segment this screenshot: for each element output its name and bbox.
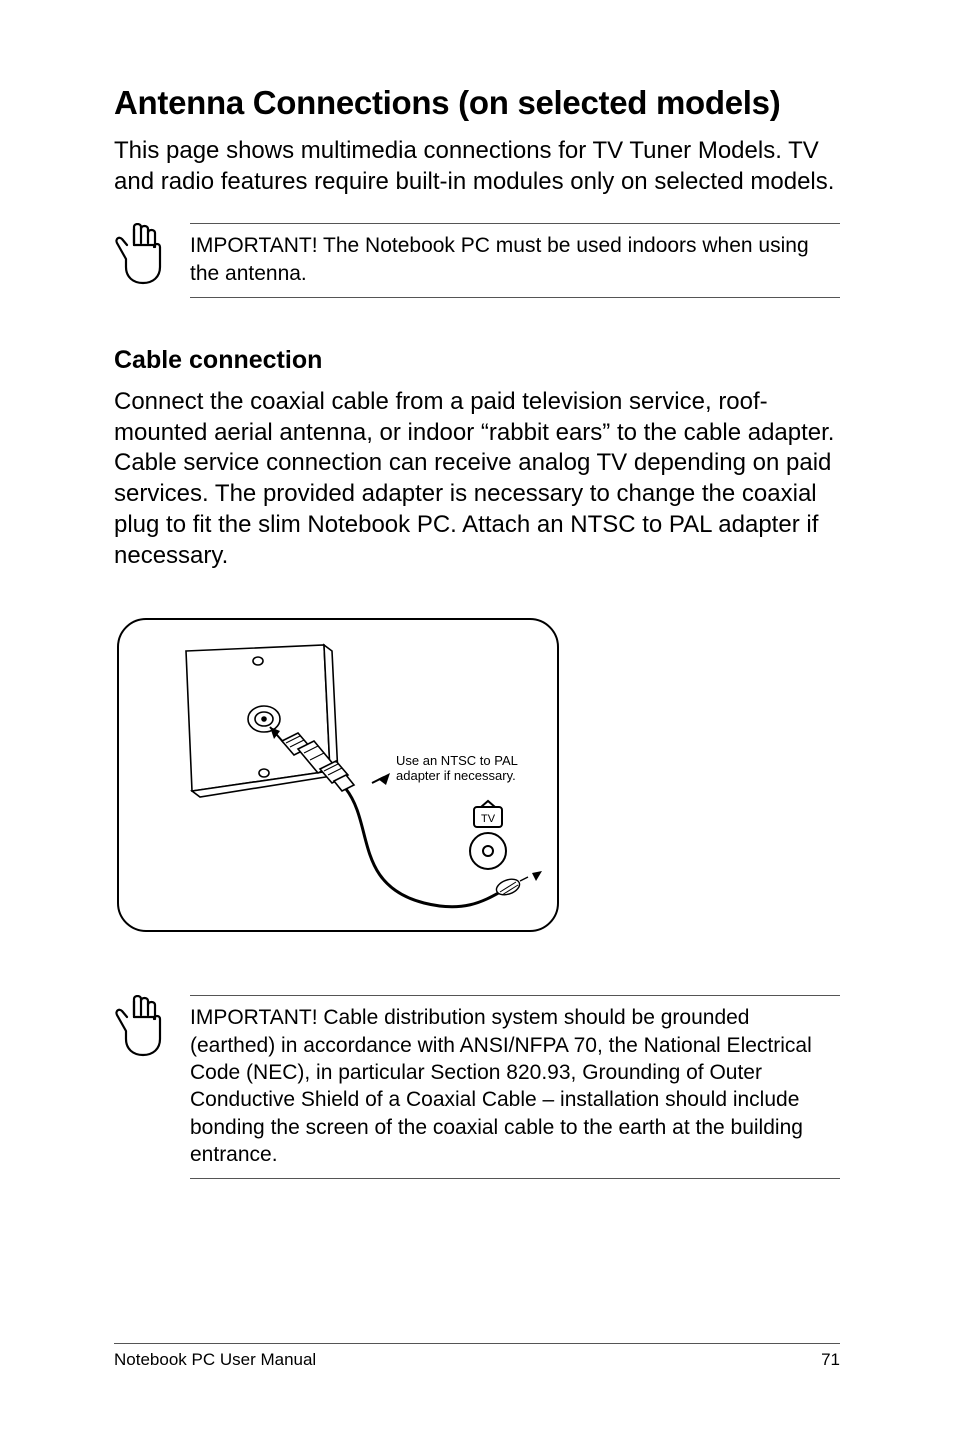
stop-hand-icon <box>114 995 168 1057</box>
page-number: 71 <box>821 1350 840 1370</box>
diagram-label-2: adapter if necessary. <box>396 768 516 783</box>
important-note-1: IMPORTANT! The Notebook PC must be used … <box>114 223 840 298</box>
page-heading: Antenna Connections (on selected models) <box>114 84 840 122</box>
intro-paragraph: This page shows multimedia connections f… <box>114 136 840 197</box>
subheading: Cable connection <box>114 346 840 375</box>
footer-title: Notebook PC User Manual <box>114 1350 316 1370</box>
diagram-label-1: Use an NTSC to PAL <box>396 753 518 768</box>
note-2-text: IMPORTANT! Cable distribution system sho… <box>190 1004 840 1168</box>
cable-connection-diagram: Use an NTSC to PAL adapter if necessary.… <box>114 615 562 935</box>
important-note-2: IMPORTANT! Cable distribution system sho… <box>114 995 840 1179</box>
stop-hand-icon <box>114 223 168 285</box>
svg-text:TV: TV <box>481 813 496 825</box>
body-paragraph: Connect the coaxial cable from a paid te… <box>114 387 840 571</box>
page-footer: Notebook PC User Manual 71 <box>114 1343 840 1370</box>
note-1-text: IMPORTANT! The Notebook PC must be used … <box>190 232 840 287</box>
